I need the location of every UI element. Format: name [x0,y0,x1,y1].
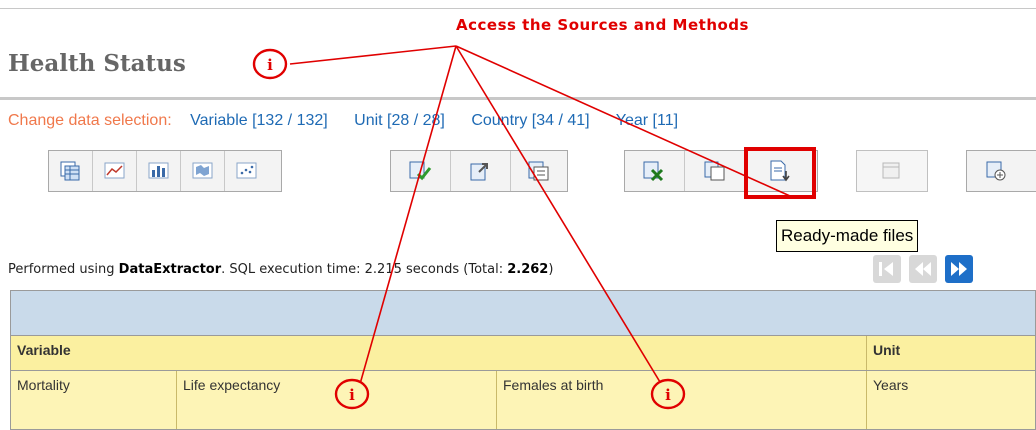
execution-time-text: . SQL execution time: 2.215 seconds (Tot… [221,262,508,277]
add-table-button[interactable] [967,151,1027,191]
unit-cell: Years [873,377,909,393]
list-icon [528,161,549,181]
change-data-selection-label: Change data selection: [8,112,172,129]
data-actions-group [390,150,568,192]
bar-chart-icon [148,162,168,179]
line-chart-icon [104,162,124,179]
table-view-icon [60,161,79,181]
execution-info: Performed using DataExtractor. SQL execu… [8,262,553,277]
copy-icon [704,161,724,181]
next-page-icon[interactable] [944,254,974,284]
scatter-plot-icon [236,162,257,179]
page-title: Health Status [8,50,186,77]
year-selection-link[interactable]: Year [11] [616,112,678,129]
table-view-button[interactable] [49,151,93,191]
title-info-icon[interactable]: i [252,48,288,80]
scatter-plot-button[interactable] [225,151,269,191]
line-chart-button[interactable] [93,151,137,191]
excel-export-button[interactable] [625,151,685,191]
data-table: Variable Unit Mortality Life expectancy … [10,290,1036,430]
execution-suffix: ) [548,262,554,277]
execution-total-time: 2.262 [507,262,549,277]
copy-button[interactable] [685,151,745,191]
new-window-button[interactable] [857,151,927,191]
window-group [856,150,928,192]
view-mode-group [48,150,282,192]
variable-column-header: Variable [11,336,867,370]
list-button[interactable] [511,151,567,191]
export-button[interactable] [451,151,511,191]
unit-column-header: Unit [873,342,901,358]
validate-button[interactable] [391,151,451,191]
variable-selection-link[interactable]: Variable [132 / 132] [190,112,328,129]
excel-export-icon [643,161,663,182]
add-table-icon [986,161,1006,181]
execution-prefix: Performed using [8,262,119,277]
previous-page-icon[interactable] [908,254,938,284]
map-view-button[interactable] [181,151,225,191]
category-cell: Mortality [11,371,177,429]
country-selection-link[interactable]: Country [34 / 41] [471,112,589,129]
title-divider [0,97,1036,100]
view-toolbar [0,150,1036,194]
annotation-callout-text: Access the Sources and Methods [456,16,749,34]
add-table-group [966,150,1036,192]
change-data-selection-bar: Change data selection: Variable [132 / 1… [8,112,700,130]
table-header-row: Variable Unit [11,336,1035,371]
variable-cell: Life expectancy [177,371,497,429]
svg-text:i: i [267,56,273,74]
execution-tool-name: DataExtractor [118,262,222,277]
top-divider [0,8,1036,9]
detail-cell: Females at birth [497,371,867,429]
table-header-band [11,291,1035,336]
pager [872,254,974,284]
export-icon [470,163,488,181]
map-icon [192,162,212,179]
first-page-icon[interactable] [872,254,902,284]
bar-chart-button[interactable] [137,151,181,191]
validate-icon [409,161,431,181]
window-icon [882,162,900,179]
ready-made-files-highlight [744,147,816,199]
ready-made-files-tooltip: Ready-made files [776,220,919,252]
unit-selection-link[interactable]: Unit [28 / 28] [354,112,445,129]
table-row: Mortality Life expectancy Females at bir… [11,371,1035,429]
